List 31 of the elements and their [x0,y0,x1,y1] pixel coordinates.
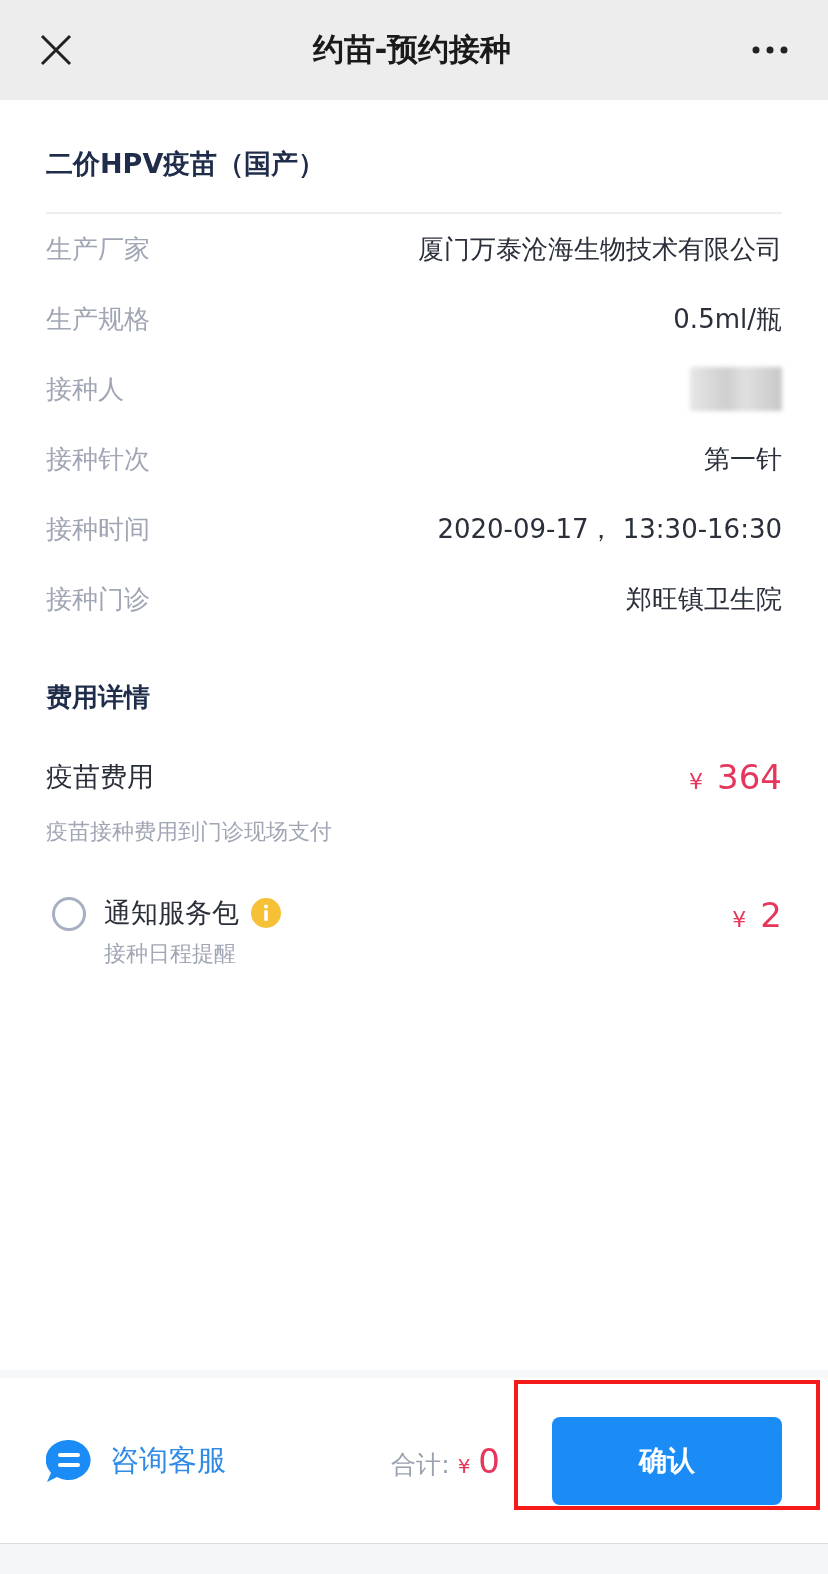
fee-amount: 364 [717,757,782,797]
page-title: 约苗-预约接种 [312,30,512,69]
detail-value: 2020-09-17， 13:30-16:30 [437,512,782,546]
confirm-button[interactable]: 确认 [552,1416,782,1505]
detail-value: 0.5ml/瓶 [673,302,782,336]
service-subtitle: 接种日程提醒 [104,940,237,968]
more-icon[interactable] [752,46,788,54]
detail-label: 接种门诊 [46,582,150,616]
total-amount: 0 [478,1440,500,1481]
detail-label: 生产厂家 [46,232,150,266]
currency-sign: ¥ [689,769,704,794]
support-link[interactable]: 咨询客服 [46,1438,226,1483]
currency-sign: ¥ [732,907,747,932]
fee-label: 疫苗费用 [46,760,154,794]
service-amount: 2 [760,895,782,935]
currency-sign: ¥ [457,1453,471,1478]
detail-label: 生产规格 [46,302,150,336]
fee-note: 疫苗接种费用到门诊现场支付 [46,818,333,846]
detail-label: 接种针次 [46,442,150,476]
total-label: 合计: [391,1448,450,1481]
detail-value: 第一针 [704,442,782,476]
section-title: 费用详情 [46,681,151,714]
radio-button[interactable] [52,897,86,931]
chat-icon [46,1438,92,1483]
detail-label: 接种时间 [46,512,150,546]
vaccine-name: 二价HPV疫苗（国产） [46,100,782,214]
detail-value: 厦门万泰沧海生物技术有限公司 [418,232,782,266]
service-label: 通知服务包 [104,896,239,930]
detail-value: 郑旺镇卫生院 [626,582,782,616]
detail-label: 接种人 [46,372,124,406]
close-icon[interactable] [40,34,72,66]
